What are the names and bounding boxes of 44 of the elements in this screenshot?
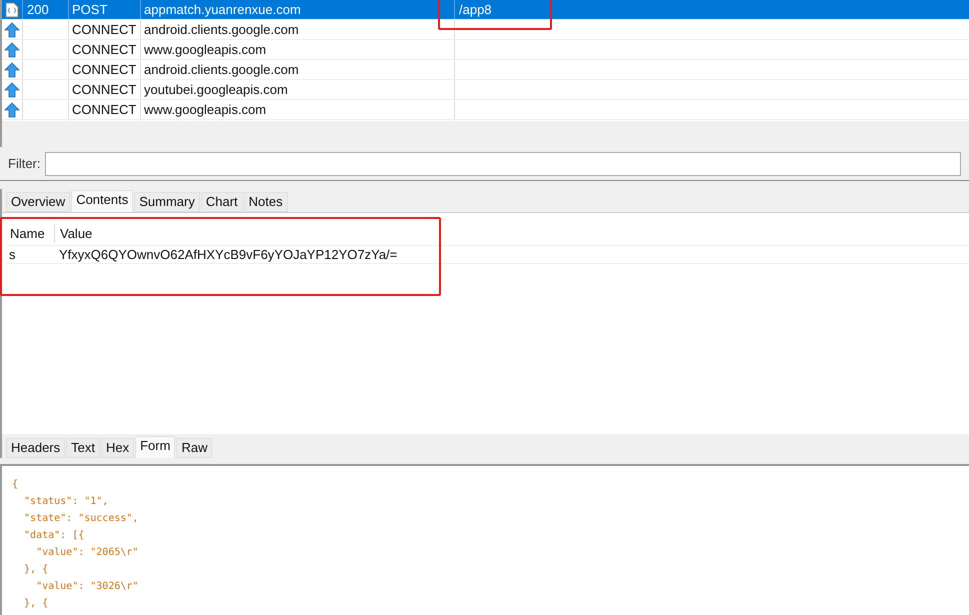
table-cell-text: android.clients.google.com [144,20,299,39]
code-line: { [12,478,18,492]
table-cell-text: POST [72,0,108,19]
tab[interactable]: Notes [244,192,288,212]
column-header: Name [9,224,46,243]
table-cell-text: www.googleapis.com [144,40,266,59]
table-cell-text: YfxyxQ6QYOwnvO62AfHXYcB9vF6yYOJaYP12YO7zYa/= [58,246,398,264]
table-cell-text: /app8 [459,0,492,19]
table-cell-text: appmatch.yuanrenxue.com [144,0,301,19]
up-arrow-icon [4,102,20,118]
tab[interactable]: Summary [134,192,200,212]
tab[interactable]: Chart [200,192,243,212]
up-arrow-icon [4,82,20,98]
code-line: "value": "2065\r" [35,546,138,560]
up-arrow-icon [4,42,20,58]
table-cell-text: CONNECT [72,100,136,119]
table-cell-text: s [8,246,16,264]
filter-label: Filter: [8,154,40,173]
tab[interactable]: Overview [6,192,70,212]
table-cell-text: CONNECT [72,80,136,99]
code-line: "data": [{ [23,529,84,543]
table-cell-text: CONNECT [72,40,136,59]
filter-input[interactable] [44,152,961,176]
table-cell-text: CONNECT [72,20,136,39]
code-line: }, { [23,563,48,577]
tab[interactable]: Headers [6,438,66,458]
json-file-icon [5,2,19,18]
table-cell-text: www.googleapis.com [144,100,266,119]
table-cell-text: youtubei.googleapis.com [144,80,288,99]
up-arrow-icon [4,62,20,78]
code-line: }, { [23,597,48,611]
up-arrow-icon [4,22,20,38]
tab[interactable]: Hex [100,438,134,458]
code-line: "value": "3026\r" [35,580,138,594]
tab[interactable]: Text [66,438,100,458]
code-line: "status": "1", [23,495,108,509]
table-cell-text: android.clients.google.com [144,60,299,79]
tab[interactable]: Contents [71,190,134,212]
table-cell-text: CONNECT [72,60,136,79]
tab[interactable]: Raw [176,438,212,458]
tab[interactable]: Form [135,436,176,458]
code-line: "state": "success", [23,512,138,526]
table-cell-text: 200 [27,0,49,19]
column-header: Value [54,224,92,244]
